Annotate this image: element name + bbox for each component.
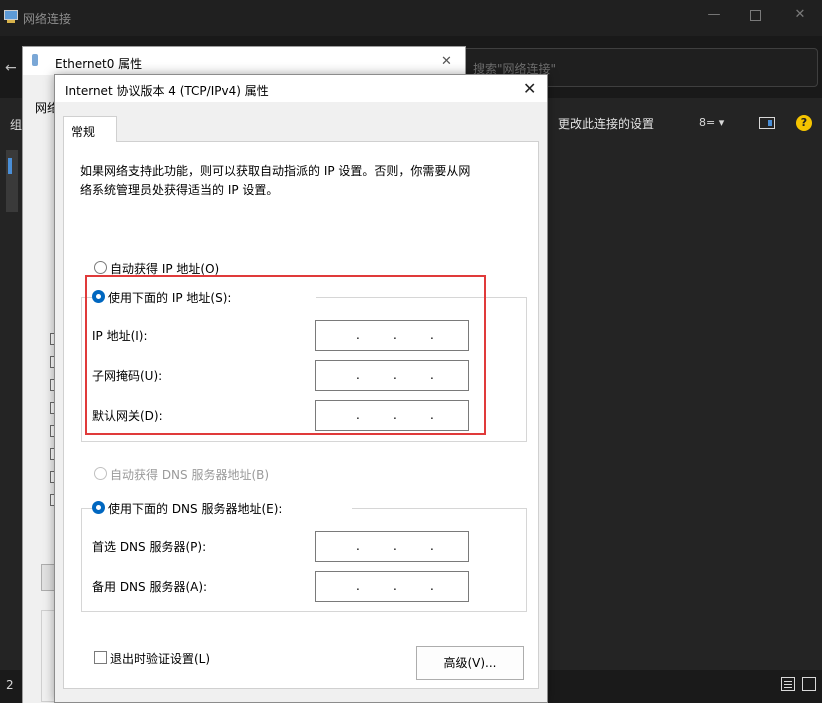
checkbox-unchecked-icon [94,651,107,664]
ip-separator: . [393,368,397,382]
network-adapter-icon [32,54,38,66]
ip-separator: . [356,579,360,593]
radio-unchecked-icon [94,261,107,274]
close-window-button[interactable]: ✕ [793,8,807,22]
ip-separator: . [393,408,397,422]
ethernet-dialog-title: Ethernet0 属性 [55,57,143,71]
details-view-icon[interactable] [781,677,795,691]
default-gateway-field[interactable]: . . . [315,400,469,431]
help-icon[interactable]: ? [796,115,812,131]
radio-checked-icon [92,290,105,303]
ip-separator: . [430,408,434,422]
ip-separator: . [393,579,397,593]
ip-separator: . [356,328,360,342]
maximize-button[interactable] [748,8,762,22]
minimize-button[interactable]: — [707,8,721,22]
radio-checked-icon [92,501,105,514]
view-options-icon[interactable]: 8= ▾ [699,116,724,129]
background-window-title: 网络连接 [23,12,72,26]
ip-separator: . [430,368,434,382]
auto-ip-label: 自动获得 IP 地址(O) [110,262,220,276]
intro-line-2: 络系统管理员处获得适当的 IP 设置。 [80,183,279,197]
tiles-view-icon[interactable] [802,677,816,691]
ip-separator: . [430,579,434,593]
alternate-dns-field[interactable]: . . . [315,571,469,602]
change-connection-settings-button[interactable]: 更改此连接的设置 [558,115,654,132]
preview-pane-icon[interactable] [759,117,775,129]
intro-line-1: 如果网络支持此功能，则可以获取自动指派的 IP 设置。否则，你需要从网 [80,164,471,178]
ipv4-dialog-titlebar: Internet 协议版本 4 (TCP/IPv4) 属性 ✕ [55,75,547,102]
ip-separator: . [393,328,397,342]
item-count: 2 [6,678,14,692]
ip-separator: . [430,539,434,553]
general-tab-page: 如果网络支持此功能，则可以获取自动指派的 IP 设置。否则，你需要从网 络系统管… [63,141,539,689]
ip-separator: . [356,368,360,382]
advanced-button[interactable]: 高级(V)... [416,646,524,680]
manual-dns-label: 使用下面的 DNS 服务器地址(E): [108,502,283,516]
preferred-dns-field[interactable]: . . . [315,531,469,562]
ethernet-dialog-titlebar: Ethernet0 属性 ✕ [23,47,465,75]
auto-dns-label: 自动获得 DNS 服务器地址(B) [110,468,270,482]
ethernet-dialog-close-button[interactable]: ✕ [441,54,452,69]
organize-fragment[interactable]: 组 [10,116,22,133]
ip-separator: . [393,539,397,553]
intro-text: 如果网络支持此功能，则可以获取自动指派的 IP 设置。否则，你需要从网 络系统管… [80,162,520,200]
ip-separator: . [430,328,434,342]
network-connections-icon [4,10,18,23]
tab-general[interactable]: 常规 [63,116,117,142]
ip-address-field[interactable]: . . . [315,320,469,351]
manual-dns-radio[interactable]: 使用下面的 DNS 服务器地址(E): [92,500,352,516]
tab-general-label: 常规 [71,125,96,139]
ip-separator: . [356,539,360,553]
manual-ip-label: 使用下面的 IP 地址(S): [108,291,232,305]
back-arrow-icon[interactable]: ← [5,60,17,76]
ip-address-label: IP 地址(I): [92,329,148,343]
ipv4-properties-dialog: Internet 协议版本 4 (TCP/IPv4) 属性 ✕ 常规 如果网络支… [54,74,548,703]
validate-on-exit-label: 退出时验证设置(L) [110,652,211,666]
selected-connection-fragment[interactable] [6,150,18,212]
background-titlebar: 网络连接 — ✕ [0,0,822,36]
manual-ip-radio[interactable]: 使用下面的 IP 地址(S): [92,289,316,305]
ipv4-dialog-title: Internet 协议版本 4 (TCP/IPv4) 属性 [65,84,269,98]
subnet-mask-label: 子网掩码(U): [92,369,163,383]
ipv4-dialog-close-button[interactable]: ✕ [523,79,536,98]
subnet-mask-field[interactable]: . . . [315,360,469,391]
default-gateway-label: 默认网关(D): [92,409,163,423]
ip-separator: . [356,408,360,422]
alternate-dns-label: 备用 DNS 服务器(A): [92,580,208,594]
radio-unchecked-icon [94,467,107,480]
preferred-dns-label: 首选 DNS 服务器(P): [92,540,207,554]
